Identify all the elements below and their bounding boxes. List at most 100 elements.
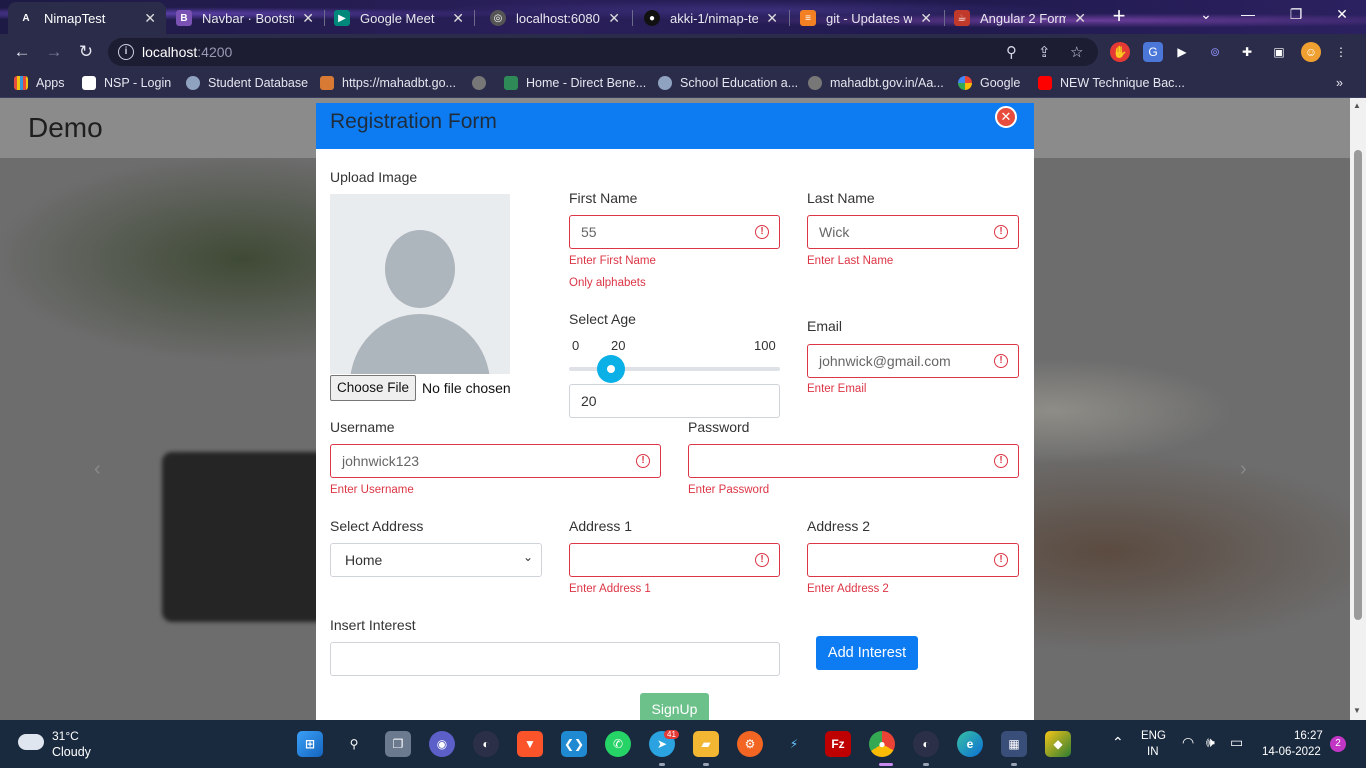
vscode-icon[interactable]: ❮❯ <box>561 731 587 757</box>
age-input[interactable]: 20 <box>569 384 780 418</box>
search-icon[interactable]: ⚲ <box>341 731 367 757</box>
minimize-icon[interactable]: — <box>1228 6 1268 22</box>
bookmark-mahadbt[interactable]: https://mahadbt.go... <box>320 76 456 90</box>
more-bookmarks-icon[interactable]: » <box>1336 76 1343 90</box>
postman-icon[interactable]: ⚙ <box>737 731 763 757</box>
signup-button[interactable]: SignUp <box>640 693 709 720</box>
tab-nimaptest[interactable]: A NimapTest ✕ <box>8 2 166 34</box>
address2-input[interactable]: ! <box>807 543 1019 577</box>
tab-angular-form[interactable]: ☕ Angular 2 Form v ✕ <box>944 2 1096 34</box>
windows-start-icon[interactable]: ⊞ <box>297 731 323 757</box>
battery-icon[interactable]: ▭ <box>1230 734 1243 751</box>
close-tab-icon[interactable]: ✕ <box>452 10 464 27</box>
bookmark-direct-benefit[interactable]: Home - Direct Bene... <box>504 76 646 90</box>
tab-google-meet[interactable]: ▶ Google Meet ✕ <box>324 2 474 34</box>
age-slider[interactable] <box>569 355 780 383</box>
choose-file-button[interactable]: Choose File <box>330 375 416 401</box>
close-tab-icon[interactable]: ✕ <box>608 10 620 27</box>
whatsapp-icon[interactable]: ✆ <box>605 731 631 757</box>
chat-icon[interactable]: ◉ <box>429 731 455 757</box>
tab-stackoverflow[interactable]: ≡ git - Updates we ✕ <box>790 2 942 34</box>
filezilla-icon[interactable]: Fz <box>825 731 851 757</box>
brave-icon[interactable]: ▼ <box>517 731 543 757</box>
notification-badge[interactable]: 2 <box>1330 736 1346 752</box>
side-panel-icon[interactable]: ▣ <box>1269 42 1289 62</box>
close-tab-icon[interactable]: ✕ <box>144 10 156 27</box>
angular-icon: A <box>18 10 34 26</box>
gem-app-icon[interactable]: ◆ <box>1045 731 1071 757</box>
close-tab-icon[interactable]: ✕ <box>766 10 778 27</box>
age-value-label: 20 <box>611 338 626 353</box>
task-view-icon[interactable]: ❐ <box>385 731 411 757</box>
close-tab-icon[interactable]: ✕ <box>302 10 314 27</box>
reload-icon[interactable]: ↻ <box>74 40 98 64</box>
new-tab-icon[interactable]: + <box>1106 5 1132 29</box>
link-extension-icon[interactable]: ⊚ <box>1205 42 1225 62</box>
tab-github[interactable]: ● akki-1/nimap-te ✕ <box>634 2 788 34</box>
tab-localhost-6080[interactable]: ◎ localhost:6080/n ✕ <box>480 2 630 34</box>
bookmark-google[interactable]: Google <box>958 76 1020 90</box>
last-name-input[interactable]: Wick ! <box>807 215 1019 249</box>
play-extension-icon[interactable]: ▶ <box>1172 42 1192 62</box>
bookmark-star-icon[interactable]: ☆ <box>1070 43 1083 61</box>
clock-date[interactable]: 14-06-2022 <box>1262 746 1321 758</box>
close-tab-icon[interactable]: ✕ <box>920 10 932 27</box>
close-tab-icon[interactable]: ✕ <box>1074 10 1086 27</box>
address-bar[interactable]: i localhost:4200 ⚲ ⇪ ☆ <box>108 38 1098 66</box>
first-name-input[interactable]: 55 ! <box>569 215 780 249</box>
bootstrap-icon: B <box>176 10 192 26</box>
adblock-extension-icon[interactable]: ✋ <box>1110 42 1130 62</box>
scrollbar-thumb[interactable] <box>1354 150 1362 620</box>
bolt-app-icon[interactable]: ⚡ <box>781 731 807 757</box>
close-modal-button[interactable]: ✕ <box>995 106 1017 128</box>
volume-icon[interactable]: 🕪 <box>1206 734 1215 751</box>
bookmark-new-technique[interactable]: NEW Technique Bac... <box>1038 76 1185 90</box>
bookmark-student-database[interactable]: Student Database <box>186 76 308 90</box>
zoom-icon[interactable]: ⚲ <box>1006 43 1017 61</box>
share-icon[interactable]: ⇪ <box>1038 43 1051 61</box>
maximize-icon[interactable]: ❐ <box>1276 6 1316 23</box>
file-explorer-icon[interactable]: ▰ <box>693 731 719 757</box>
carousel-prev-icon[interactable]: ‹ <box>94 458 101 481</box>
bookmark-school-education[interactable]: School Education a... <box>658 76 798 90</box>
email-input[interactable]: johnwick@gmail.com ! <box>807 344 1019 378</box>
carousel-next-icon[interactable]: › <box>1240 458 1247 481</box>
profile-avatar[interactable]: ☺ <box>1301 42 1321 62</box>
bookmark-mahadbt-gov[interactable]: mahadbt.gov.in/Aa... <box>808 76 944 90</box>
tab-search-chevron-icon[interactable]: ⌄ <box>1186 6 1226 23</box>
password-input[interactable]: ! <box>688 444 1019 478</box>
wifi-icon[interactable]: ◠ <box>1182 734 1194 751</box>
add-interest-button[interactable]: Add Interest <box>816 636 918 670</box>
age-slider-handle[interactable] <box>597 355 626 383</box>
forward-arrow-icon[interactable]: → <box>42 40 66 64</box>
scroll-down-icon[interactable]: ▼ <box>1353 706 1361 715</box>
close-window-icon[interactable]: ✕ <box>1322 6 1362 23</box>
chrome-icon[interactable]: ● <box>869 731 895 757</box>
eclipse-icon[interactable]: ◐ <box>473 731 499 757</box>
clock-time[interactable]: 16:27 <box>1294 730 1323 742</box>
eclipse-2-icon[interactable]: ◐ <box>913 731 939 757</box>
address1-input[interactable]: ! <box>569 543 780 577</box>
scroll-up-icon[interactable]: ▲ <box>1353 101 1361 110</box>
back-arrow-icon[interactable]: ← <box>10 40 34 64</box>
interest-input[interactable] <box>330 642 780 676</box>
weather-description[interactable]: Cloudy <box>52 745 91 759</box>
language-indicator[interactable]: ENG <box>1141 730 1166 742</box>
language-region[interactable]: IN <box>1147 746 1159 758</box>
edge-icon[interactable]: e <box>957 731 983 757</box>
translate-extension-icon[interactable]: G <box>1143 42 1163 62</box>
username-input[interactable]: johnwick123 ! <box>330 444 661 478</box>
show-hidden-icons-chevron[interactable]: ⌃ <box>1112 734 1124 751</box>
menu-kebab-icon[interactable]: ⋮ <box>1331 42 1351 62</box>
site-info-icon[interactable]: i <box>118 44 134 60</box>
address-type-select[interactable]: Home ⌄ <box>330 543 542 577</box>
weather-temperature[interactable]: 31°C <box>52 729 79 743</box>
bookmark-nsp-login[interactable]: NSP - Login <box>82 76 171 90</box>
bookmark-apps[interactable]: Apps <box>14 76 65 90</box>
bookmark-globe[interactable] <box>472 76 494 90</box>
calendar-app-icon[interactable]: ▦ <box>1001 731 1027 757</box>
tab-navbar-bootstrap[interactable]: B Navbar · Bootstra ✕ <box>166 2 324 34</box>
cloud-icon[interactable] <box>18 734 44 750</box>
extensions-puzzle-icon[interactable]: ✚ <box>1237 42 1257 62</box>
page-scrollbar[interactable]: ▲ ▼ <box>1350 98 1366 720</box>
